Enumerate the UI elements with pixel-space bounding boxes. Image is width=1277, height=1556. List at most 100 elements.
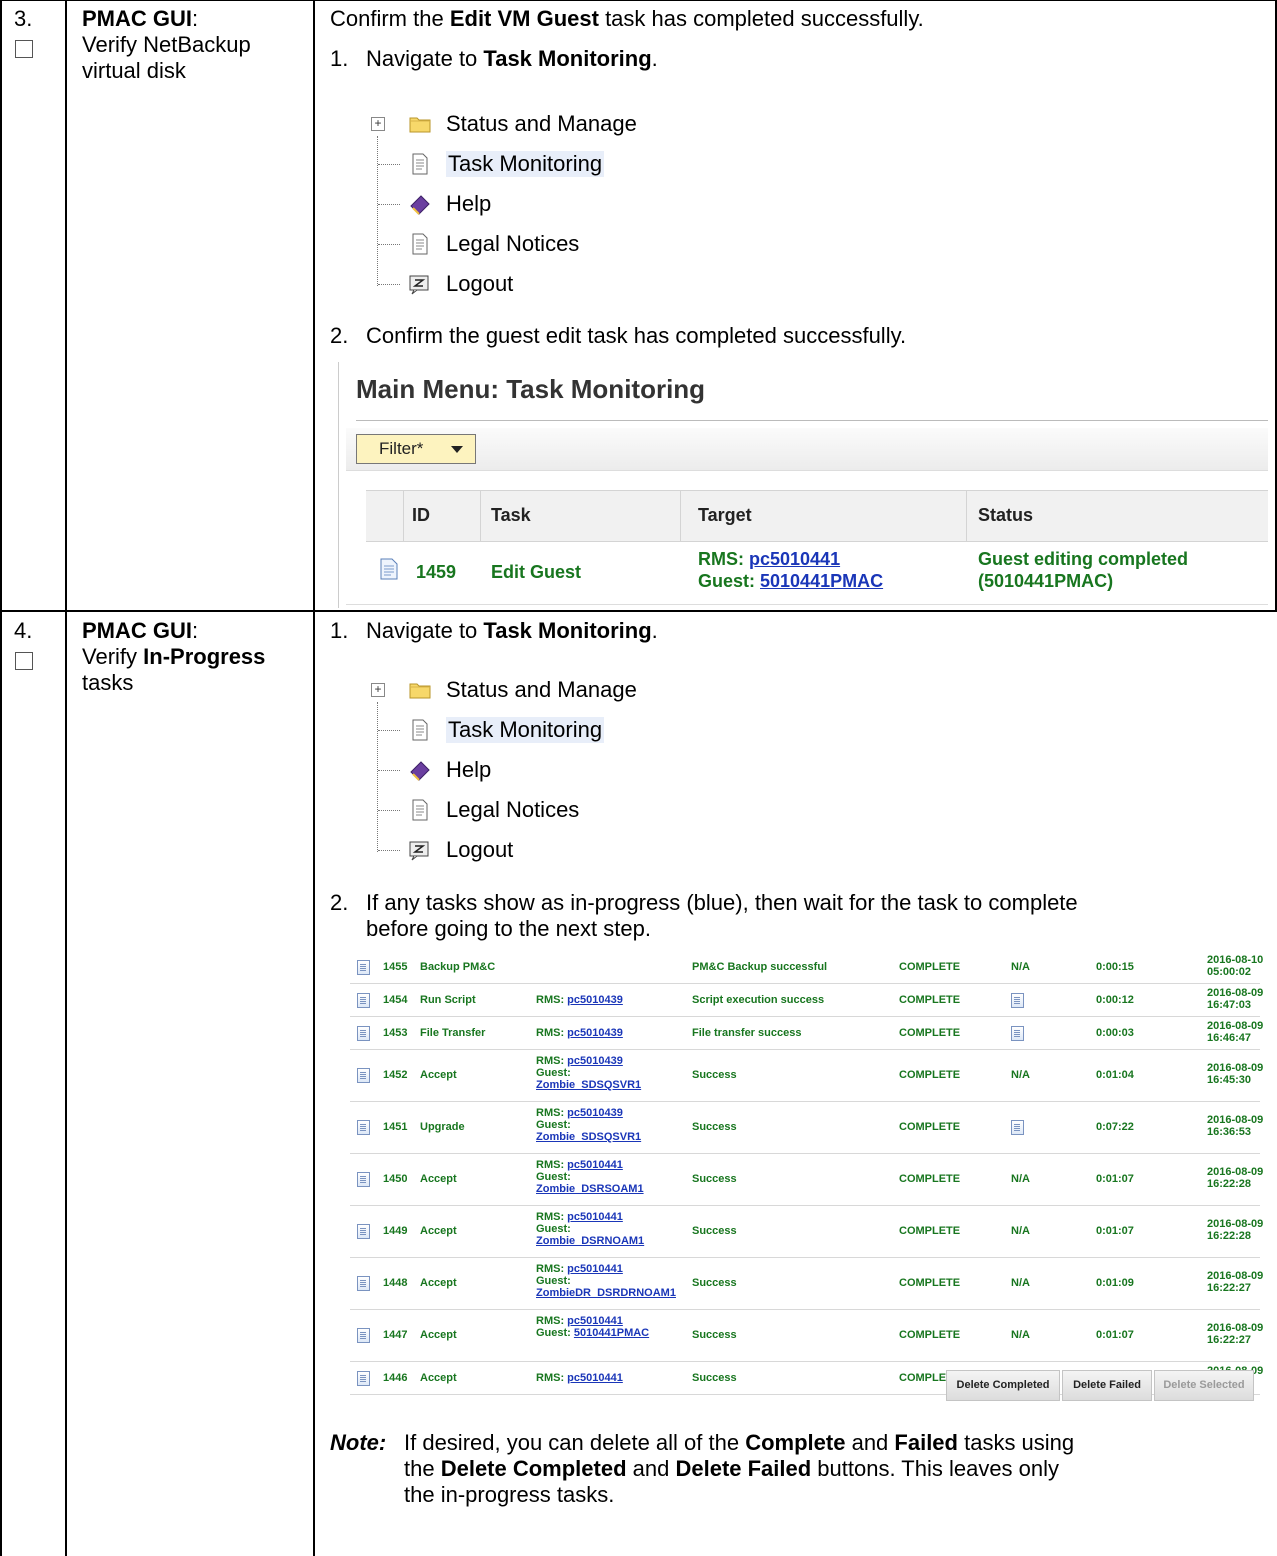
list-number: 1.: [330, 46, 349, 71]
desc-text: Verify: [82, 644, 144, 669]
document-icon[interactable]: [357, 1068, 370, 1086]
task-id: 1448: [383, 1277, 408, 1289]
folder-icon: [409, 683, 431, 699]
table-row[interactable]: 1459 Edit Guest RMS: pc5010441 Guest: 50…: [366, 542, 1268, 600]
task-result: N/A: [1011, 1225, 1030, 1237]
table-row[interactable]: 1455 Backup PM&C PM&C Backup successful COM…: [350, 950, 1263, 984]
tree-guide: [378, 164, 400, 165]
table-row[interactable]: 1453 File Transfer RMS: pc5010439 File tran…: [350, 1016, 1263, 1050]
desc-bold: In-Progress: [143, 644, 266, 669]
task-target: RMS: pc5010441 Guest: 5010441PMAC: [698, 548, 883, 592]
rms-link[interactable]: pc5010441: [567, 1159, 623, 1171]
document-icon[interactable]: [357, 959, 370, 978]
document-icon[interactable]: [357, 1224, 370, 1242]
column-header-status[interactable]: Status: [978, 505, 1033, 526]
task-time: 16:22:27: [1207, 1282, 1252, 1294]
document-icon[interactable]: [357, 1328, 370, 1346]
column-header-target[interactable]: Target: [698, 505, 752, 526]
tree-item-label: Help: [446, 757, 492, 782]
guest-label: Guest:: [536, 1223, 571, 1235]
rms-label: RMS:: [698, 549, 749, 569]
list-item-2: 2. If any tasks show as in-progress (blue…: [330, 890, 1078, 942]
column-header-task[interactable]: Task: [491, 505, 531, 526]
note-text-part: the: [404, 1456, 441, 1481]
step-checkbox[interactable]: [15, 652, 33, 670]
task-timestamp: 2016-08-09 16:22:28: [1207, 1218, 1263, 1242]
rms-link[interactable]: pc5010441: [567, 1263, 623, 1275]
document-icon[interactable]: [357, 1172, 370, 1190]
note-bold: Complete: [745, 1430, 846, 1455]
document-icon[interactable]: [357, 1120, 370, 1138]
rms-link[interactable]: pc5010441: [567, 1372, 623, 1384]
tree-item-label: Legal Notices: [446, 797, 580, 822]
rms-link[interactable]: pc5010439: [567, 994, 623, 1006]
guest-link[interactable]: Zombie_DSRNOAM1: [536, 1235, 644, 1247]
table-row[interactable]: 1454 Run Script RMS: pc5010439 Script execu…: [350, 983, 1263, 1017]
guest-link[interactable]: 5010441PMAC: [760, 571, 883, 591]
panel-title-rule: [356, 420, 1268, 421]
column-header-id[interactable]: ID: [412, 505, 430, 526]
guest-link[interactable]: ZombieDR_DSRDRNOAM1: [536, 1287, 676, 1299]
note-text: If desired, you can delete all of the Co…: [404, 1430, 1074, 1508]
task-name: Accept: [420, 1225, 457, 1237]
task-elapsed: 0:00:03: [1096, 1026, 1134, 1039]
rms-link[interactable]: pc5010439: [567, 1055, 623, 1067]
rms-link[interactable]: pc5010439: [567, 1027, 623, 1039]
document-icon[interactable]: [357, 1276, 370, 1294]
rms-link[interactable]: pc5010441: [749, 549, 840, 569]
guest-label: Guest:: [536, 1327, 571, 1339]
task-target: RMS: pc5010441 Guest: Zombie_DSRSOAM1: [536, 1159, 644, 1195]
task-name: Accept: [420, 1329, 457, 1341]
task-result: N/A: [1011, 1277, 1030, 1289]
task-id: 1455: [383, 960, 408, 973]
task-state: COMPLETE: [899, 1026, 961, 1039]
step-checkbox[interactable]: [15, 40, 33, 58]
tree-guide: [378, 730, 400, 731]
document-icon[interactable]: [357, 1025, 370, 1044]
delete-selected-button[interactable]: Delete Selected: [1154, 1370, 1254, 1401]
task-timestamp: 2016-08-0916:22:27: [1207, 1270, 1263, 1294]
task-date: 2016-08-09: [1207, 1322, 1264, 1334]
list-number: 1.: [330, 618, 349, 643]
rms-link[interactable]: pc5010441: [567, 1315, 623, 1327]
table-row[interactable]: 1450 Accept RMS: pc5010441 Guest: Zombie_DS…: [350, 1153, 1263, 1206]
filter-bar: [346, 428, 1268, 471]
document-icon[interactable]: [357, 992, 370, 1011]
document-icon: [412, 719, 428, 741]
task-timestamp: 2016-08-09 16:22:28: [1207, 1166, 1263, 1190]
guest-link[interactable]: Zombie_SDSQSVR1: [536, 1131, 641, 1143]
document-icon[interactable]: [380, 558, 398, 585]
table-row[interactable]: 1448 Accept RMS: pc5010441 Guest: ZombieDR_…: [350, 1257, 1263, 1310]
document-icon[interactable]: [357, 1370, 370, 1389]
filter-button[interactable]: Filter*: [356, 434, 476, 464]
note-text-part: buttons. This leaves only: [811, 1456, 1060, 1481]
expand-icon[interactable]: +: [371, 117, 385, 131]
table-row[interactable]: 1451 Upgrade RMS: pc5010439 Guest: Zombie_S…: [350, 1101, 1263, 1154]
list-text: Confirm the guest edit task has complete…: [366, 323, 907, 348]
step-title-colon: :: [192, 618, 199, 643]
document-icon: [412, 799, 428, 821]
expand-icon[interactable]: +: [371, 683, 385, 697]
row-divider: [0, 610, 1277, 612]
task-table-header: ID Task Target Status: [366, 490, 1268, 542]
guest-link[interactable]: 5010441PMAC: [574, 1327, 649, 1339]
delete-failed-button[interactable]: Delete Failed: [1062, 1370, 1152, 1401]
rms-link[interactable]: pc5010439: [567, 1107, 623, 1119]
table-row[interactable]: 1449 Accept RMS: pc5010441 Guest: Zombie_DS…: [350, 1205, 1263, 1258]
panel-left-edge: [338, 362, 339, 608]
help-book-icon: [410, 195, 430, 215]
rms-link[interactable]: pc5010441: [567, 1211, 623, 1223]
intro-text: Confirm the: [330, 6, 450, 31]
task-name: Accept: [420, 1173, 457, 1185]
task-state: COMPLETE: [899, 993, 961, 1006]
table-row[interactable]: 1452 Accept RMS: pc5010439 Guest: Zombie_SD…: [350, 1049, 1263, 1102]
guest-label: Guest:: [536, 1067, 571, 1079]
guest-link[interactable]: Zombie_SDSQSVR1: [536, 1079, 641, 1091]
document-icon[interactable]: [1011, 992, 1024, 1011]
document-icon[interactable]: [1011, 1120, 1024, 1138]
step-title-colon: :: [192, 6, 199, 31]
delete-completed-button[interactable]: Delete Completed: [946, 1370, 1060, 1401]
guest-link[interactable]: Zombie_DSRSOAM1: [536, 1183, 644, 1195]
table-row[interactable]: 1447 Accept RMS: pc5010441 Guest: 5010441PM…: [350, 1309, 1264, 1362]
document-icon[interactable]: [1011, 1025, 1024, 1044]
